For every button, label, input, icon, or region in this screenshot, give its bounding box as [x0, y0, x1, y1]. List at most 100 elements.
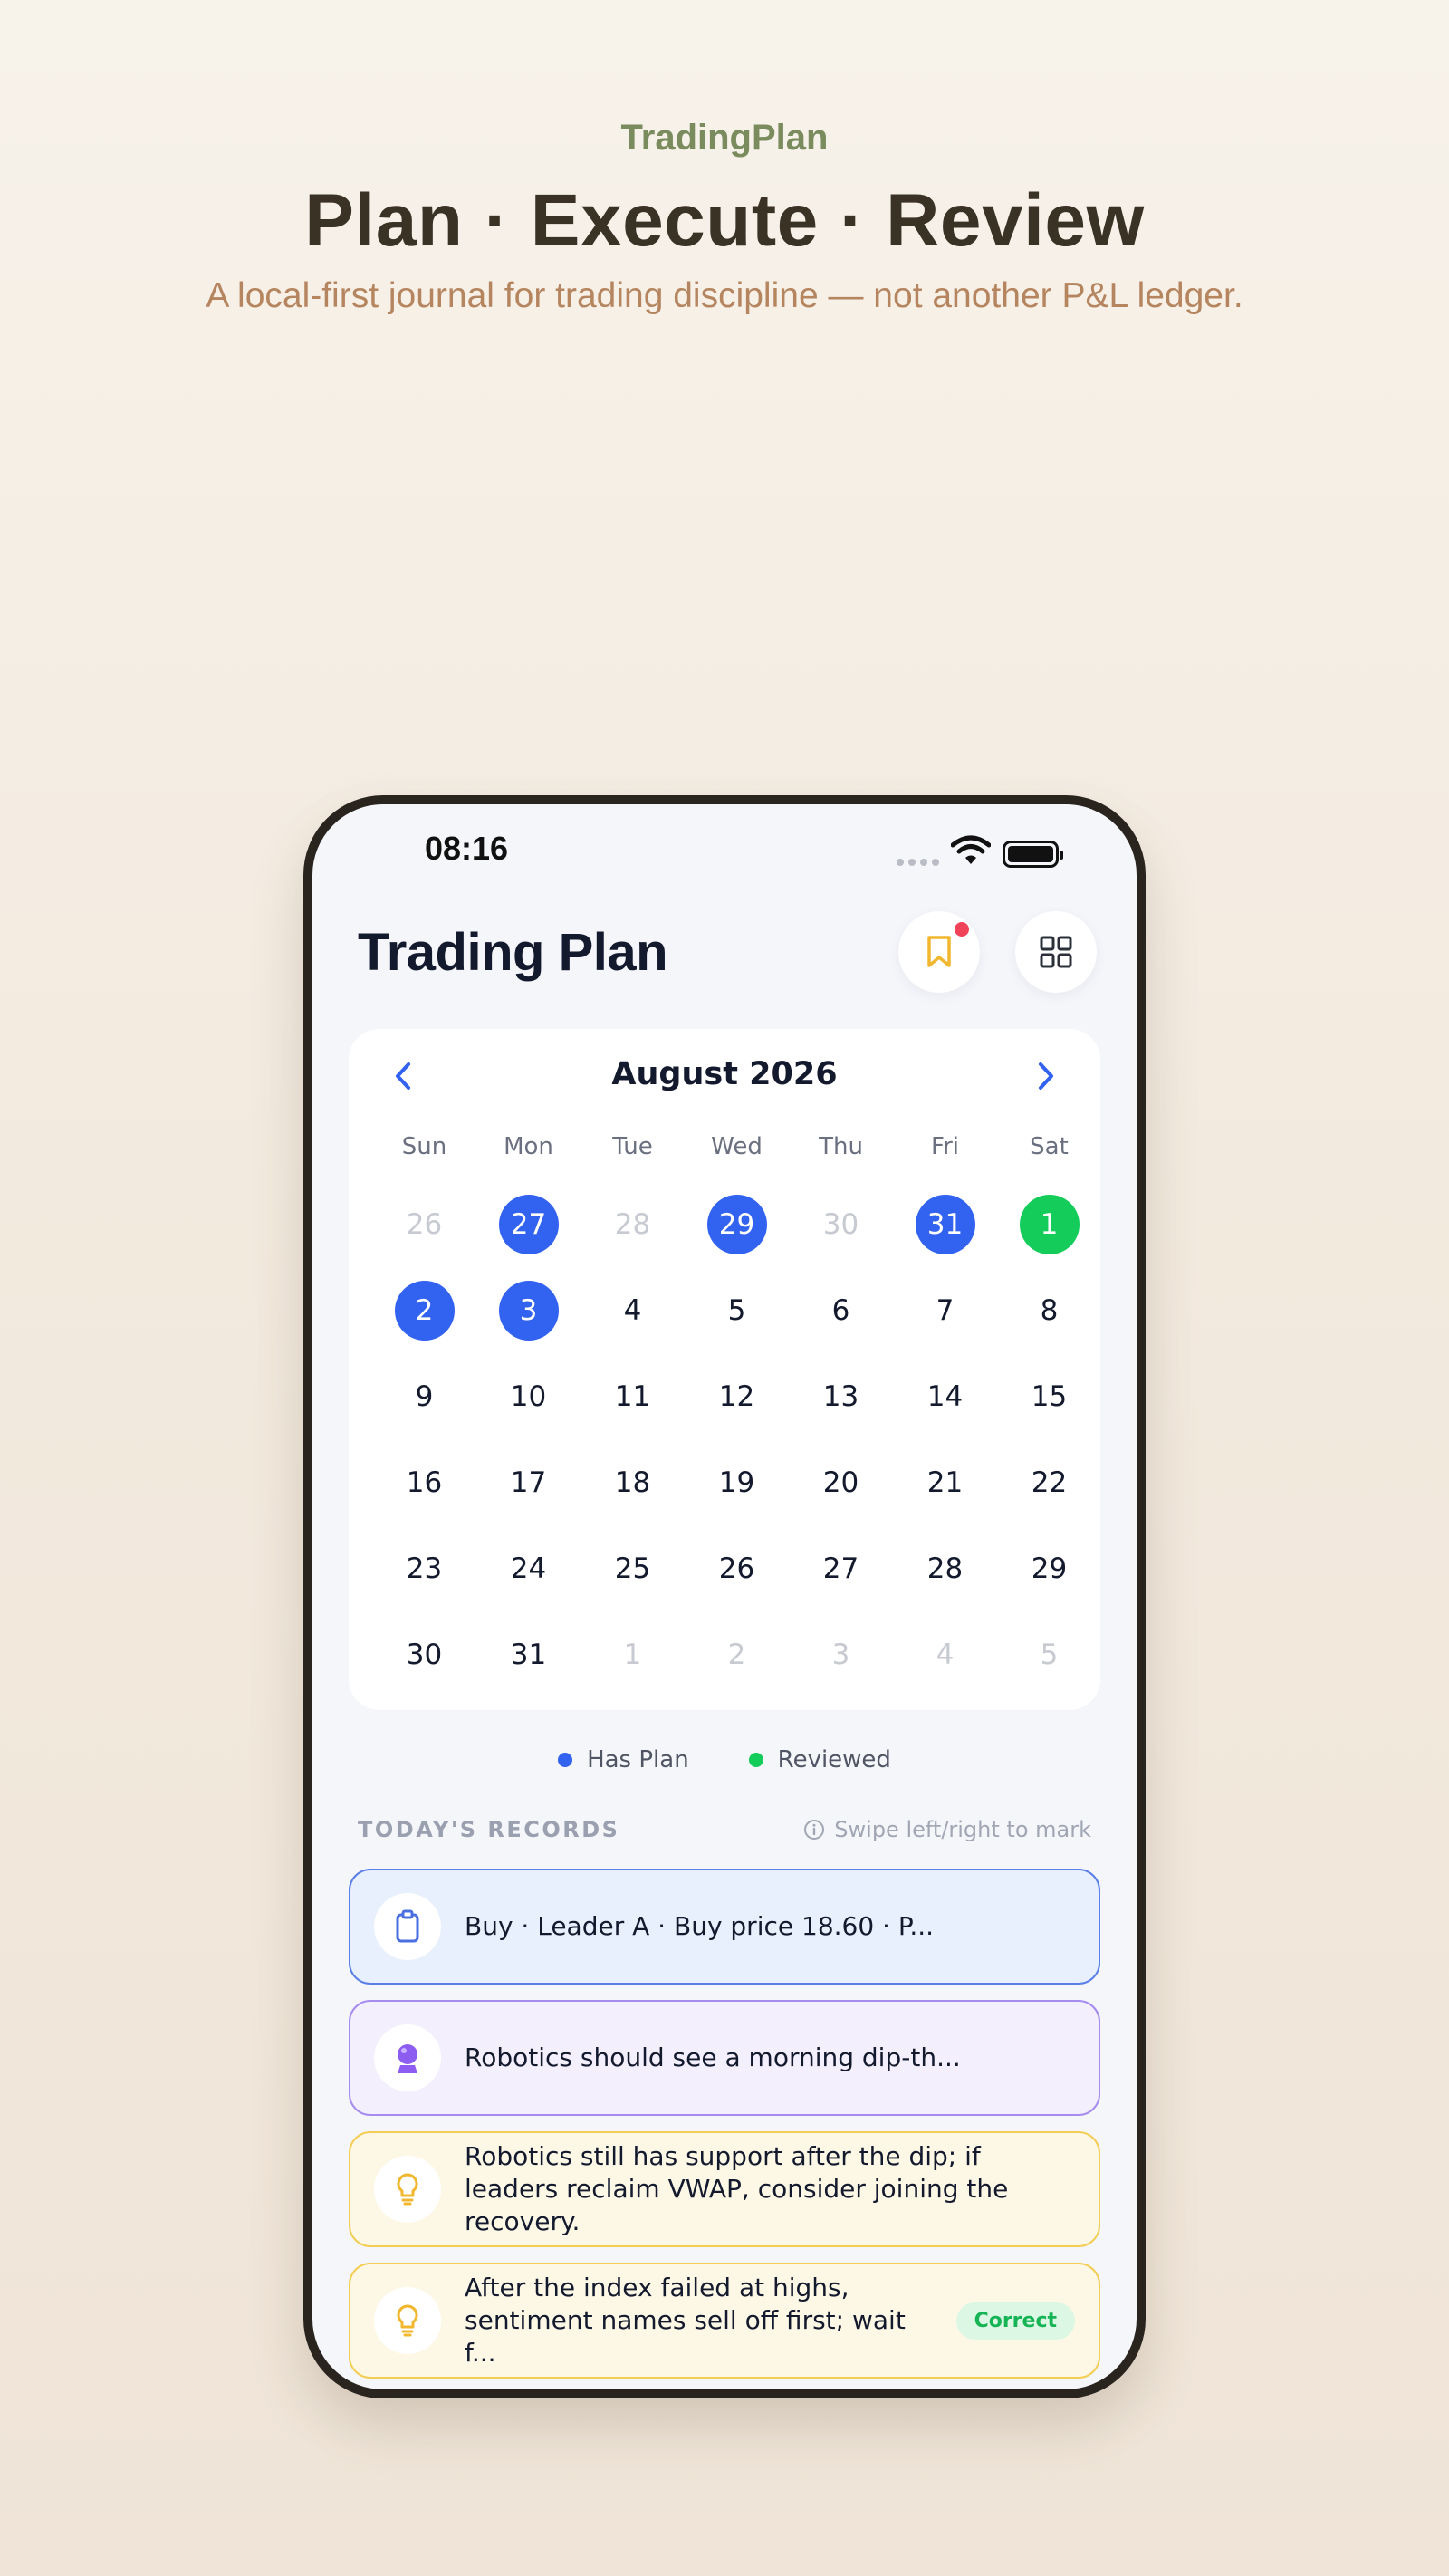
calendar-day-label: 24 — [510, 1552, 547, 1585]
calendar-day-label: 12 — [718, 1379, 755, 1413]
calendar-days-grid: 26 27 28 29 30 31 1 2 3 4 5 6 7 8 9 10 11 12 13 14 15 16 17 18 1… — [372, 1181, 1100, 1697]
signal-icon — [897, 859, 939, 866]
calendar-day-label: 3 — [498, 1280, 559, 1341]
calendar-day[interactable]: 6 — [789, 1267, 893, 1353]
calendar-day[interactable]: 21 — [893, 1439, 997, 1525]
calendar-day-label: 20 — [822, 1466, 859, 1499]
calendar-day[interactable]: 30 — [789, 1181, 893, 1267]
calendar-day-label: 18 — [614, 1466, 651, 1499]
calendar-day[interactable]: 7 — [893, 1267, 997, 1353]
clipboard-icon — [396, 1909, 419, 1943]
swipe-hint: Swipe left/right to mark — [803, 1817, 1091, 1842]
calendar-day[interactable]: 4 — [893, 1611, 997, 1697]
calendar-day[interactable]: 16 — [372, 1439, 476, 1525]
calendar-day[interactable]: 30 — [372, 1611, 476, 1697]
calendar-legend: Has Plan Reviewed — [312, 1746, 1137, 1773]
calendar-day-label: 31 — [510, 1638, 547, 1671]
calendar-day-label: 4 — [936, 1638, 955, 1671]
record-text: After the index failed at highs, sentime… — [465, 2273, 906, 2368]
calendar-day[interactable]: 23 — [372, 1525, 476, 1611]
calendar-day[interactable]: 2 — [372, 1267, 476, 1353]
crystal-ball-icon — [398, 2044, 417, 2073]
calendar-day[interactable]: 26 — [372, 1181, 476, 1267]
calendar-day[interactable]: 19 — [685, 1439, 789, 1525]
next-month-button[interactable] — [1028, 1058, 1064, 1094]
calendar-day[interactable]: 12 — [685, 1353, 789, 1439]
calendar-day-label: 5 — [727, 1293, 746, 1327]
calendar-day[interactable]: 14 — [893, 1353, 997, 1439]
calendar-day[interactable]: 29 — [685, 1181, 789, 1267]
status-time: 08:16 — [425, 830, 509, 867]
calendar-day-label: 22 — [1031, 1466, 1068, 1499]
calendar-day-label: 3 — [831, 1638, 850, 1671]
calendar-day-label: 13 — [822, 1379, 859, 1413]
notification-dot — [955, 922, 969, 937]
calendar-day-label: 2 — [727, 1638, 746, 1671]
calendar-day-label: 31 — [915, 1194, 975, 1254]
calendar-day-label: 15 — [1031, 1379, 1068, 1413]
brand-name: TradingPlan — [620, 118, 829, 158]
calendar-day[interactable]: 27 — [789, 1525, 893, 1611]
calendar-day[interactable]: 17 — [476, 1439, 581, 1525]
calendar-day[interactable]: 5 — [685, 1267, 789, 1353]
calendar-day[interactable]: 28 — [893, 1525, 997, 1611]
calendar-day-label: 14 — [926, 1379, 964, 1413]
calendar-day[interactable]: 29 — [997, 1525, 1101, 1611]
calendar-day[interactable]: 5 — [997, 1611, 1101, 1697]
legend-label: Reviewed — [777, 1746, 891, 1773]
record-item-insight[interactable]: Robotics still has support after the dip… — [349, 2131, 1100, 2247]
swipe-hint-text: Swipe left/right to mark — [834, 1817, 1091, 1842]
calendar-day-label: 29 — [1031, 1552, 1068, 1585]
legend-label: Has Plan — [587, 1746, 689, 1773]
records-heading: TODAY'S RECORDS — [358, 1817, 620, 1842]
calendar-day[interactable]: 28 — [581, 1181, 685, 1267]
legend-has-plan: Has Plan — [558, 1746, 689, 1773]
calendar-day-label: 4 — [623, 1293, 642, 1327]
page-title: Trading Plan — [358, 923, 668, 982]
lightbulb-icon — [397, 2173, 418, 2206]
info-icon — [804, 1820, 825, 1840]
calendar-day-label: 10 — [510, 1379, 547, 1413]
calendar-day-label: 19 — [718, 1466, 755, 1499]
hero-header: TradingPlan Plan · Execute · Review A lo… — [0, 0, 1449, 316]
phone-frame: 08:16 Trading Plan August 2026 Sun Mon T… — [303, 795, 1146, 2398]
weekday-label: Tue — [612, 1133, 653, 1160]
calendar-day[interactable]: 13 — [789, 1353, 893, 1439]
calendar-day[interactable]: 27 — [476, 1181, 581, 1267]
calendar-day[interactable]: 31 — [893, 1181, 997, 1267]
bookmark-button[interactable] — [898, 911, 980, 993]
calendar-day[interactable]: 25 — [581, 1525, 685, 1611]
calendar-day[interactable]: 4 — [581, 1267, 685, 1353]
calendar-day[interactable]: 2 — [685, 1611, 789, 1697]
calendar-day-label: 29 — [706, 1194, 767, 1254]
calendar-day[interactable]: 1 — [997, 1181, 1101, 1267]
calendar-day-label: 30 — [406, 1638, 443, 1671]
grid-icon — [1040, 936, 1072, 968]
record-item-insight-reviewed[interactable]: After the index failed at highs, sentime… — [349, 2263, 1100, 2379]
calendar-day[interactable]: 8 — [997, 1267, 1101, 1353]
calendar-day[interactable]: 9 — [372, 1353, 476, 1439]
wifi-icon — [951, 835, 991, 864]
grid-view-button[interactable] — [1015, 911, 1097, 993]
calendar-day[interactable]: 18 — [581, 1439, 685, 1525]
calendar-day[interactable]: 1 — [581, 1611, 685, 1697]
calendar-day[interactable]: 20 — [789, 1439, 893, 1525]
calendar-day-label: 17 — [510, 1466, 547, 1499]
calendar-day[interactable]: 10 — [476, 1353, 581, 1439]
weekday-row: Sun Mon Tue Wed Thu Fri Sat — [372, 1133, 1100, 1160]
hero-tagline: A local-first journal for trading discip… — [206, 276, 1243, 315]
calendar-day-label: 1 — [623, 1638, 642, 1671]
calendar-day[interactable]: 15 — [997, 1353, 1101, 1439]
calendar-day[interactable]: 24 — [476, 1525, 581, 1611]
calendar-day[interactable]: 3 — [789, 1611, 893, 1697]
calendar-day[interactable]: 11 — [581, 1353, 685, 1439]
calendar-day-label: 26 — [718, 1552, 755, 1585]
record-item-prediction[interactable]: Robotics should see a morning dip-th... — [349, 2000, 1100, 2116]
weekday-label: Wed — [711, 1133, 763, 1160]
calendar-day-label: 8 — [1040, 1293, 1059, 1327]
calendar-day[interactable]: 31 — [476, 1611, 581, 1697]
calendar-day[interactable]: 3 — [476, 1267, 581, 1353]
calendar-day[interactable]: 26 — [685, 1525, 789, 1611]
record-item-plan[interactable]: Buy · Leader A · Buy price 18.60 · P... — [349, 1869, 1100, 1985]
calendar-day[interactable]: 22 — [997, 1439, 1101, 1525]
